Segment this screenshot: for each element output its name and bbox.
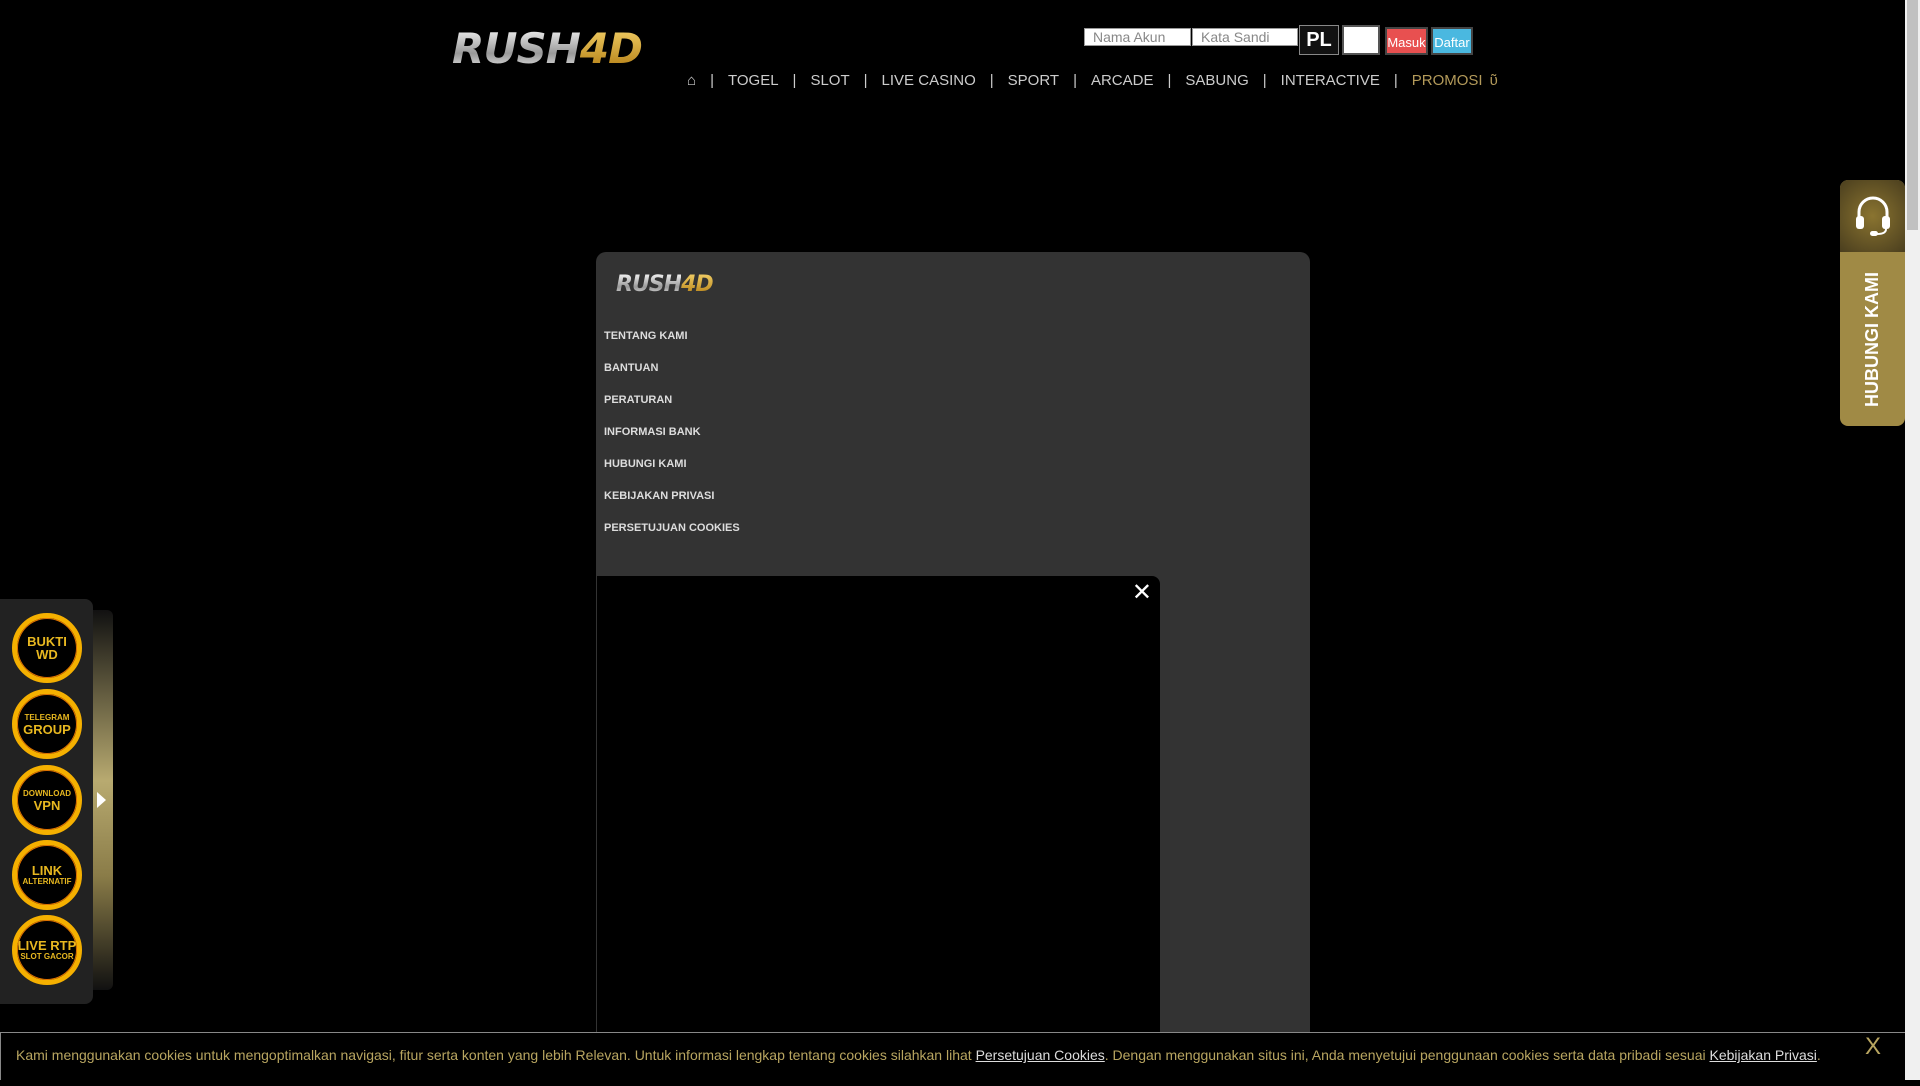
privacy-policy-link[interactable]: Kebijakan Privasi: [1710, 1047, 1817, 1063]
home-icon[interactable]: ⌂: [687, 72, 696, 89]
live-rtp-button[interactable]: LIVE RTP SLOT GACOR: [12, 915, 82, 985]
contact-widget[interactable]: HUBUNGI KAMI: [1840, 180, 1905, 426]
footer-link-informasi-bank[interactable]: INFORMASI BANK: [604, 426, 701, 438]
footer-logo: RUSH4D: [616, 272, 714, 297]
bukti-wd-button[interactable]: BUKTI WD: [12, 613, 82, 683]
footer-link-kebijakan-privasi[interactable]: KEBIJAKAN PRIVASI: [604, 490, 714, 502]
contact-label: HUBUNGI KAMI: [1862, 271, 1882, 407]
nav-sabung[interactable]: SABUNG: [1185, 72, 1248, 89]
nav-separator: |: [710, 71, 714, 89]
button-line: LIVE RTP: [17, 937, 77, 953]
nav-live-casino[interactable]: LIVE CASINO: [882, 72, 976, 89]
login-button[interactable]: Masuk: [1385, 27, 1428, 55]
download-vpn-button[interactable]: DOWNLOAD VPN: [12, 765, 82, 835]
button-line: LINK: [31, 862, 63, 878]
cookie-banner: Kami menggunakan cookies untuk mengoptim…: [0, 1032, 1905, 1080]
footer-link-hubungi-kami[interactable]: HUBUNGI KAMI: [604, 458, 687, 470]
scrollbar[interactable]: [1905, 0, 1920, 1080]
main-nav: ⌂ | TOGEL | SLOT | LIVE CASINO | SPORT | ARC…: [680, 70, 1498, 90]
nav-separator: |: [989, 71, 994, 89]
scrollbar-thumb[interactable]: [1907, 0, 1918, 230]
nav-arcade[interactable]: ARCADE: [1091, 72, 1154, 89]
site-logo[interactable]: RUSH4D: [452, 24, 643, 73]
cookie-policy-link[interactable]: Persetujuan Cookies: [976, 1047, 1105, 1063]
button-line: DOWNLOAD: [23, 788, 71, 798]
link-alternatif-button[interactable]: LINK ALTERNATIF: [12, 840, 82, 910]
headset-icon: [1840, 180, 1905, 252]
chevron-right-icon[interactable]: [97, 792, 106, 808]
nav-sport[interactable]: SPORT: [1008, 72, 1059, 89]
button-line: GROUP: [23, 721, 71, 737]
cookie-text: .: [1816, 1047, 1821, 1063]
footer-link-bantuan[interactable]: BANTUAN: [604, 362, 658, 374]
nav-separator: |: [863, 71, 868, 89]
captcha-input[interactable]: [1342, 25, 1380, 55]
username-input[interactable]: Nama Akun: [1084, 28, 1191, 46]
side-buttons-panel: BUKTI WD TELEGRAM GROUP DOWNLOAD VPN LINK AL…: [0, 599, 93, 1004]
nav-togel[interactable]: TOGEL: [728, 72, 779, 89]
cookie-text: Kami menggunakan cookies untuk mengoptim…: [16, 1047, 976, 1063]
footer-link-tentang-kami[interactable]: TENTANG KAMI: [604, 330, 688, 342]
nav-slot[interactable]: SLOT: [810, 72, 849, 89]
register-button[interactable]: Daftar: [1431, 27, 1473, 55]
cookie-text: . Dengan menggunakan situs ini, Anda men…: [1104, 1047, 1710, 1063]
nav-separator: |: [1167, 71, 1172, 89]
cookie-close-button[interactable]: X: [1865, 1033, 1881, 1061]
button-line: VPN: [33, 797, 61, 813]
video-popup: ✕: [597, 576, 1160, 1086]
nav-separator: |: [792, 71, 797, 89]
telegram-group-button[interactable]: TELEGRAM GROUP: [12, 689, 82, 759]
footer-panel: RUSH4D TENTANG KAMI BANTUAN PERATURAN IN…: [596, 252, 1310, 1086]
nav-promosi[interactable]: PROMOSI: [1412, 72, 1483, 89]
button-line: ALTERNATIF: [22, 876, 72, 886]
button-line: SLOT GACOR: [20, 951, 74, 961]
nav-separator: |: [1073, 71, 1077, 89]
footer-link-persetujuan-cookies[interactable]: PERSETUJUAN COOKIES: [604, 522, 740, 534]
button-line: TELEGRAM: [24, 712, 70, 722]
gift-icon: ῦ: [1489, 71, 1498, 89]
close-icon[interactable]: ✕: [1132, 578, 1152, 607]
footer-link-peraturan[interactable]: PERATURAN: [604, 394, 672, 406]
nav-separator: |: [1393, 71, 1398, 89]
button-line: WD: [36, 647, 58, 662]
nav-interactive[interactable]: INTERACTIVE: [1281, 72, 1380, 89]
captcha-image: PL: [1299, 25, 1339, 55]
nav-separator: |: [1262, 71, 1267, 89]
password-input[interactable]: Kata Sandi: [1192, 28, 1298, 46]
